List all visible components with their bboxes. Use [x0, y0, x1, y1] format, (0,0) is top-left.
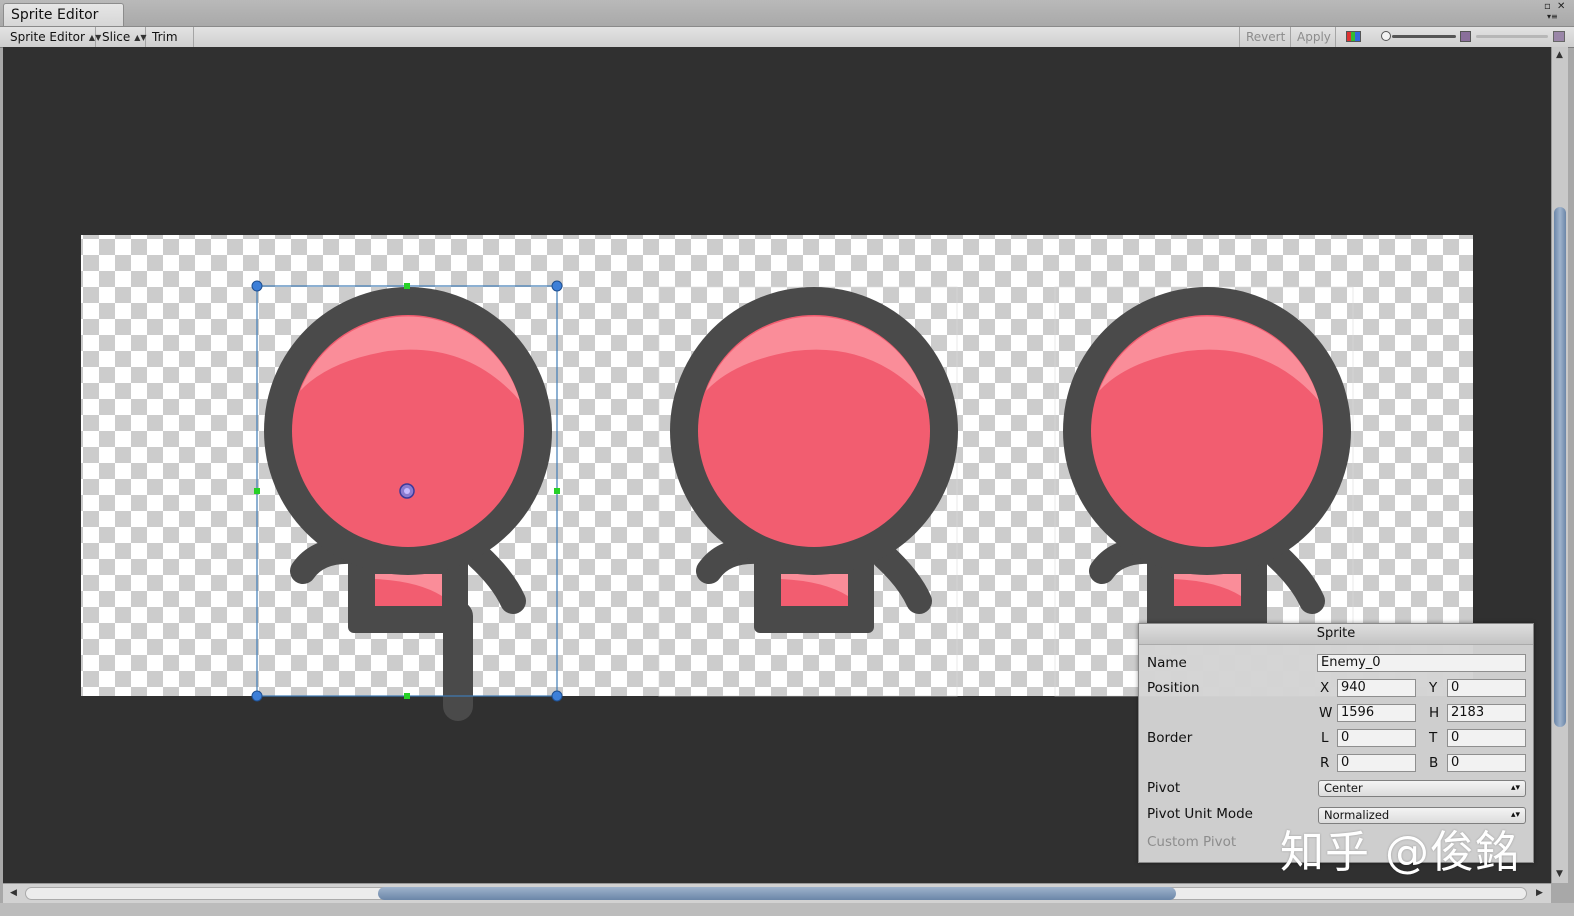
corner-handle-top-right[interactable]	[551, 280, 563, 292]
pivot-dropdown-value: Center	[1324, 781, 1363, 795]
sprite-editor-toolbar: Sprite Editor ▲▼ Slice ▲▼ Trim Revert Appl…	[0, 27, 1574, 48]
r-label: R	[1320, 755, 1330, 771]
position-y-field[interactable]: 0	[1447, 679, 1526, 697]
pivot-dropdown[interactable]: Center ▴▾	[1318, 780, 1526, 797]
edge-handle-top[interactable]	[404, 283, 410, 289]
vertical-scroll-thumb[interactable]	[1554, 207, 1566, 727]
pivot-handle[interactable]	[399, 483, 415, 499]
color-channel-icon[interactable]	[1346, 31, 1361, 42]
enemy-sprite-3[interactable]	[1063, 287, 1351, 633]
mip-level-large-icon	[1553, 31, 1565, 42]
trim-button[interactable]: Trim	[146, 27, 194, 47]
scroll-right-icon[interactable]: ▶	[1536, 888, 1543, 898]
name-field[interactable]: Enemy_0	[1317, 654, 1526, 672]
l-label: L	[1321, 730, 1329, 746]
dropdown-arrows-icon: ▲▼	[134, 33, 147, 42]
border-t-field[interactable]: 0	[1447, 729, 1526, 747]
border-b-field[interactable]: 0	[1447, 754, 1526, 772]
scroll-up-icon[interactable]: ▲	[1556, 50, 1563, 60]
name-label: Name	[1147, 655, 1187, 671]
position-h-field[interactable]: 2183	[1447, 704, 1526, 722]
status-bar	[0, 903, 1574, 916]
border-label: Border	[1147, 730, 1193, 746]
corner-handle-bottom-left[interactable]	[251, 690, 263, 702]
pivot-label: Pivot	[1147, 780, 1181, 796]
y-label: Y	[1429, 680, 1438, 696]
edge-handle-left[interactable]	[254, 488, 260, 494]
x-label: X	[1320, 680, 1330, 696]
b-label: B	[1429, 755, 1439, 771]
position-w-field[interactable]: 1596	[1337, 704, 1416, 722]
mip-level-slider[interactable]	[1476, 35, 1548, 38]
custom-pivot-label: Custom Pivot	[1147, 834, 1237, 850]
mode-dropdown[interactable]: Sprite Editor ▲▼	[4, 27, 101, 47]
edge-handle-bottom[interactable]	[404, 693, 410, 699]
window-title-bar: Sprite Editor ▫ ✕ ▾≡	[0, 0, 1574, 27]
pivot-unit-mode-label: Pivot Unit Mode	[1147, 806, 1253, 822]
h-label: H	[1429, 705, 1440, 721]
position-x-field[interactable]: 940	[1337, 679, 1416, 697]
close-icon[interactable]: ✕	[1557, 1, 1565, 12]
panel-title: Sprite	[1139, 624, 1533, 645]
tab-sprite-editor[interactable]: Sprite Editor	[3, 3, 124, 26]
scroll-down-icon[interactable]: ▼	[1556, 869, 1563, 879]
horizontal-scrollbar[interactable]: ◀ ▶	[3, 883, 1551, 903]
slice-dropdown-label: Slice	[102, 30, 131, 44]
dropdown-arrows-icon: ▴▾	[1510, 783, 1520, 793]
scroll-left-icon[interactable]: ◀	[10, 888, 17, 898]
apply-button[interactable]: Apply	[1291, 27, 1336, 47]
revert-button[interactable]: Revert	[1239, 27, 1291, 47]
maximize-icon[interactable]: ▫	[1544, 1, 1551, 12]
corner-handle-top-left[interactable]	[251, 280, 263, 292]
border-r-field[interactable]: 0	[1337, 754, 1416, 772]
watermark: 知乎 @俊銘	[1280, 827, 1520, 878]
zoom-slider-thumb[interactable]	[1381, 31, 1391, 41]
horizontal-scroll-thumb[interactable]	[378, 887, 1176, 900]
slice-dropdown[interactable]: Slice ▲▼	[96, 27, 147, 47]
position-label: Position	[1147, 680, 1200, 696]
window-controls: ▫ ✕ ▾≡	[1540, 1, 1568, 23]
t-label: T	[1429, 730, 1438, 746]
zoom-slider-track[interactable]	[1392, 35, 1456, 38]
corner-handle-bottom-right[interactable]	[551, 690, 563, 702]
tab-menu-icon[interactable]: ▾≡	[1547, 12, 1558, 21]
mode-dropdown-label: Sprite Editor	[10, 30, 85, 44]
vertical-scrollbar[interactable]: ▲ ▼	[1551, 47, 1568, 883]
w-label: W	[1319, 705, 1333, 721]
edge-handle-right[interactable]	[554, 488, 560, 494]
enemy-sprite-2[interactable]	[670, 287, 958, 633]
border-l-field[interactable]: 0	[1337, 729, 1416, 747]
mip-level-small-icon	[1460, 31, 1471, 42]
